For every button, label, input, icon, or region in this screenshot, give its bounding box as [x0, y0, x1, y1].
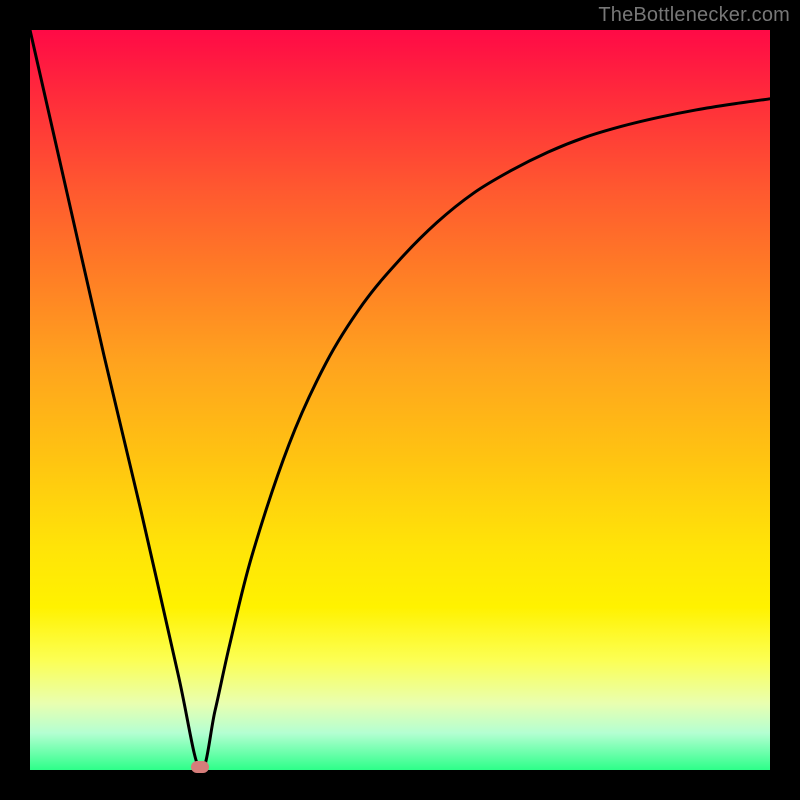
bottleneck-curve-path	[30, 30, 770, 771]
minimum-marker	[191, 761, 209, 773]
chart-frame: TheBottlenecker.com	[0, 0, 800, 800]
curve-svg	[30, 30, 770, 770]
plot-area	[30, 30, 770, 770]
attribution-label: TheBottlenecker.com	[598, 4, 790, 27]
